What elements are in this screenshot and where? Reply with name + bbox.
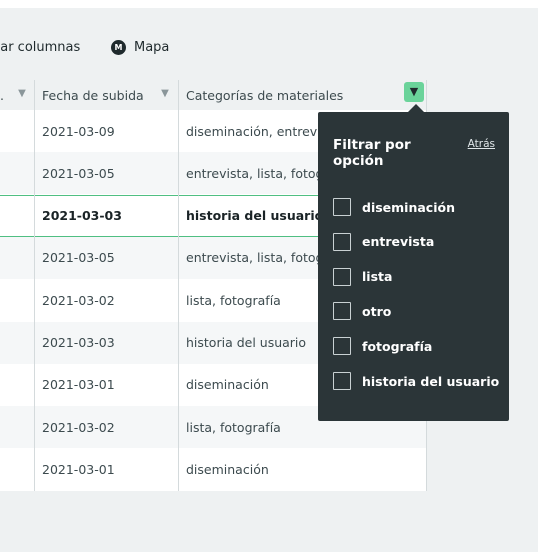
filter-popover: Filtrar por opción Atrás diseminación ent… — [318, 112, 509, 421]
back-link[interactable]: Atrás — [468, 138, 495, 150]
column-divider — [34, 80, 35, 491]
filter-option[interactable]: historia del usuario — [333, 371, 499, 391]
filter-option-checkbox[interactable] — [333, 198, 351, 216]
filter-option-label: diseminación — [362, 199, 455, 215]
filter-option-label: lista — [362, 269, 393, 285]
filter-icon[interactable]: ▼ — [159, 88, 171, 100]
filter-option[interactable]: otro — [333, 301, 391, 321]
popover-arrow — [408, 104, 424, 112]
map-icon: M — [111, 40, 126, 55]
date-cell: 2021-03-09 — [42, 123, 115, 139]
filter-option[interactable]: entrevista — [333, 232, 434, 252]
filter-option[interactable]: fotografía — [333, 336, 432, 356]
filter-option-label: otro — [362, 303, 392, 319]
header-prev-label: . — [0, 87, 4, 103]
date-cell: 2021-03-01 — [42, 461, 115, 477]
date-cell: 2021-03-03 — [42, 208, 122, 224]
categories-cell: diseminación — [186, 461, 269, 477]
top-strip — [0, 0, 538, 8]
filter-option-label: fotografía — [362, 338, 433, 354]
header-categories[interactable]: Categorías de materiales ▼ — [178, 80, 427, 110]
header-categories-label: Categorías de materiales — [186, 87, 344, 103]
header-date[interactable]: Fecha de subida ▼ — [34, 80, 178, 110]
filter-option-checkbox[interactable] — [333, 267, 351, 286]
filter-option-checkbox[interactable] — [333, 337, 351, 356]
filter-option-checkbox[interactable] — [333, 372, 351, 390]
date-cell: 2021-03-05 — [42, 165, 115, 181]
filter-option-label: historia del usuario — [362, 373, 500, 389]
date-cell: 2021-03-02 — [42, 292, 115, 308]
column-divider — [178, 80, 179, 491]
filter-option-checkbox[interactable] — [333, 232, 351, 251]
manage-columns-button[interactable]: nar columnas — [0, 40, 80, 55]
filter-icon[interactable]: ▼ — [16, 88, 28, 100]
filter-option[interactable]: diseminación — [333, 197, 455, 217]
header-prev-column[interactable]: . ▼ — [0, 80, 34, 110]
filter-option-label: entrevista — [362, 234, 435, 250]
date-cell: 2021-03-03 — [42, 335, 115, 350]
map-button[interactable]: M Mapa — [111, 40, 169, 55]
filter-option-checkbox[interactable] — [333, 302, 351, 321]
header-date-label: Fecha de subida — [42, 87, 144, 103]
date-cell: 2021-03-02 — [42, 419, 115, 435]
date-cell: 2021-03-05 — [42, 250, 115, 266]
date-cell: 2021-03-01 — [42, 377, 115, 393]
popover-title: Filtrar por opción — [333, 137, 411, 169]
filter-active-icon[interactable]: ▼ — [404, 82, 424, 102]
map-label: Mapa — [134, 40, 170, 55]
table-row[interactable]: 2021-03-01 diseminación — [0, 448, 427, 490]
filter-option[interactable]: lista — [333, 267, 392, 287]
